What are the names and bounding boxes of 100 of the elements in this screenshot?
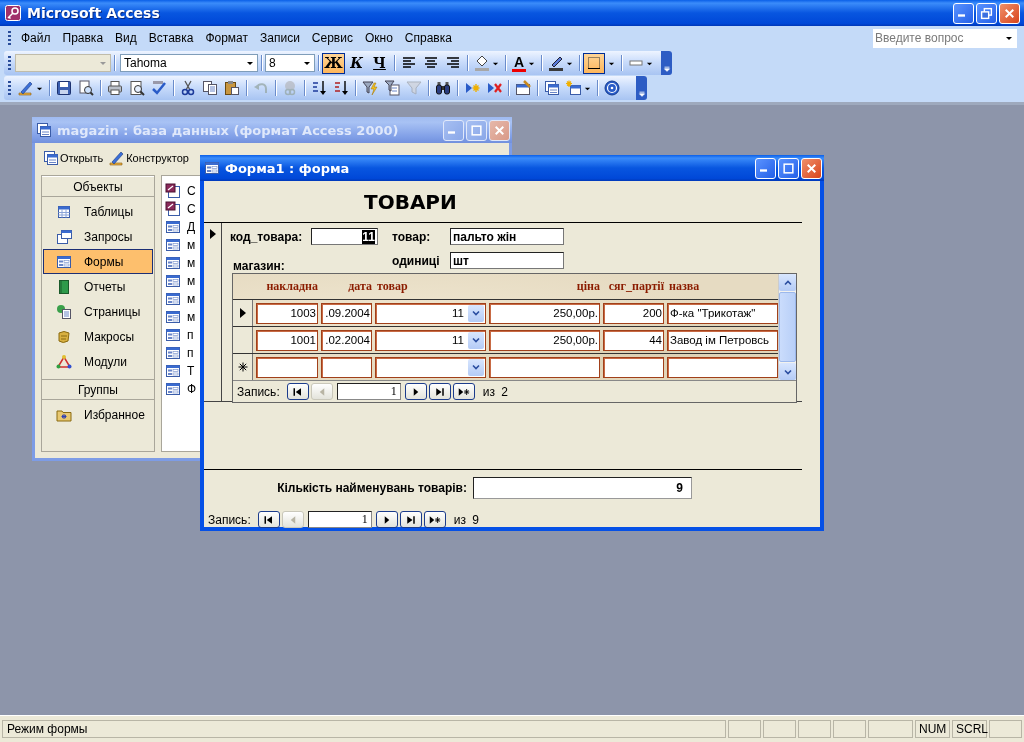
table-cell[interactable]: 200 [603, 302, 664, 324]
form-icon[interactable] [165, 381, 181, 397]
last-record-button[interactable] [399, 511, 422, 528]
table-cell[interactable]: Завод ім Петровсь [667, 329, 778, 351]
menu-item[interactable]: Вид [109, 29, 143, 47]
object-type-item[interactable]: Макросы [43, 324, 153, 349]
group-heading[interactable]: Группы [42, 379, 154, 400]
object-name[interactable]: С [187, 202, 196, 216]
form-icon[interactable] [165, 309, 181, 325]
form-icon[interactable] [165, 327, 181, 343]
table-cell[interactable]: 1003 [256, 302, 318, 324]
table-cell[interactable]: Ф-ка "Трикотаж" [667, 302, 778, 324]
toolbar-options-icon[interactable] [661, 51, 672, 75]
next-record-button[interactable] [404, 383, 427, 400]
form-icon[interactable] [165, 273, 181, 289]
table-cell[interactable]: 11 [375, 302, 486, 324]
text-style-button[interactable]: К [345, 52, 368, 74]
input-field[interactable]: шт [450, 252, 564, 269]
first-record-button[interactable] [257, 511, 280, 528]
scroll-down-button[interactable] [779, 363, 796, 380]
object-name[interactable]: Т [187, 364, 195, 378]
form-icon[interactable] [165, 237, 181, 253]
next-record-button[interactable] [375, 511, 398, 528]
caret-icon[interactable] [1005, 34, 1013, 42]
table-cell[interactable]: .09.2004 [321, 302, 372, 324]
record-selector[interactable] [233, 300, 253, 326]
record-number-field[interactable]: 1 [336, 383, 401, 400]
record-selector[interactable] [233, 354, 253, 380]
form-icon[interactable] [165, 219, 181, 235]
object-name[interactable]: С [187, 184, 196, 198]
object-name[interactable]: м [187, 238, 196, 252]
object-name[interactable]: м [187, 292, 196, 306]
input-field[interactable]: пальто жін [450, 228, 564, 245]
object-name[interactable]: м [187, 256, 196, 270]
table-cell[interactable] [667, 356, 778, 378]
caret-icon[interactable] [246, 59, 254, 67]
table-cell[interactable]: 1001 [256, 329, 318, 351]
first-record-button[interactable] [286, 383, 309, 400]
font-combo-box[interactable]: Tahoma [120, 54, 258, 72]
help-search-field[interactable]: Введите вопрос [872, 27, 1018, 49]
table-cell[interactable] [603, 356, 664, 378]
form-icon[interactable] [165, 363, 181, 379]
form-wizard-icon[interactable] [165, 183, 181, 199]
form-icon[interactable] [165, 345, 181, 361]
menu-item[interactable]: Записи [254, 29, 306, 47]
new-record-button[interactable] [452, 383, 475, 400]
new-record-button[interactable] [423, 511, 446, 528]
menu-item[interactable]: Файл [15, 29, 57, 47]
table-cell[interactable]: 11 [375, 329, 486, 351]
menu-item[interactable]: Окно [358, 29, 399, 47]
object-type-item[interactable]: Формы [43, 249, 153, 274]
object-type-item[interactable]: Страницы [43, 299, 153, 324]
help-icon[interactable] [601, 77, 623, 99]
form-icon[interactable] [165, 291, 181, 307]
menu-item[interactable]: Формат [199, 29, 255, 47]
table-cell[interactable] [256, 356, 318, 378]
caret-icon[interactable] [303, 59, 311, 67]
group-heading[interactable]: Объекты [42, 176, 154, 197]
table-cell[interactable]: 250,00р. [489, 329, 600, 351]
open-button[interactable]: Открыть [41, 150, 106, 166]
menu-item[interactable]: Правка [56, 29, 110, 47]
object-name[interactable]: м [187, 310, 196, 324]
last-record-button[interactable] [428, 383, 451, 400]
dropdown-button[interactable] [468, 331, 484, 349]
table-cell[interactable] [489, 356, 600, 378]
scroll-thumb[interactable] [779, 292, 796, 362]
object-name[interactable]: Д [187, 220, 196, 234]
dropdown-button[interactable] [468, 304, 484, 322]
menu-item[interactable]: Справка [398, 29, 458, 47]
design-button[interactable]: Конструктор [107, 150, 191, 166]
record-number-field[interactable]: 1 [307, 511, 372, 528]
object-name[interactable]: м [187, 274, 196, 288]
object-name[interactable]: п [187, 328, 194, 342]
toolbar-options-icon[interactable] [636, 76, 647, 100]
table-cell[interactable] [375, 356, 486, 378]
object-type-item[interactable]: Таблицы [43, 199, 153, 224]
object-name[interactable]: Ф [187, 382, 197, 396]
object-type-item[interactable]: Модули [43, 349, 153, 374]
text-style-button[interactable]: Ж [322, 52, 345, 74]
restore-button[interactable] [976, 2, 997, 24]
menu-item[interactable]: Вставка [142, 29, 200, 47]
menu-item[interactable]: Сервис [305, 29, 359, 47]
table-cell[interactable]: 44 [603, 329, 664, 351]
form-icon[interactable] [165, 255, 181, 271]
form-wizard-icon[interactable] [165, 201, 181, 217]
border-icon[interactable] [583, 52, 606, 74]
scroll-bar[interactable] [778, 274, 796, 380]
font-color-button[interactable]: A [509, 52, 539, 74]
object-type-item[interactable]: Отчеты [43, 274, 153, 299]
object-type-item[interactable]: Запросы [43, 224, 153, 249]
object-name[interactable]: п [187, 346, 194, 360]
scroll-up-button[interactable] [779, 274, 796, 291]
dropdown-button[interactable] [468, 358, 484, 376]
table-cell[interactable]: .02.2004 [321, 329, 372, 351]
font-size-combo-box[interactable]: 8 [265, 54, 315, 72]
table-cell[interactable]: 250,00р. [489, 302, 600, 324]
input-field[interactable]: 11 [311, 228, 378, 245]
text-style-button[interactable]: Ч [368, 52, 391, 74]
table-cell[interactable] [321, 356, 372, 378]
object-type-item[interactable]: Избранное [43, 402, 153, 427]
